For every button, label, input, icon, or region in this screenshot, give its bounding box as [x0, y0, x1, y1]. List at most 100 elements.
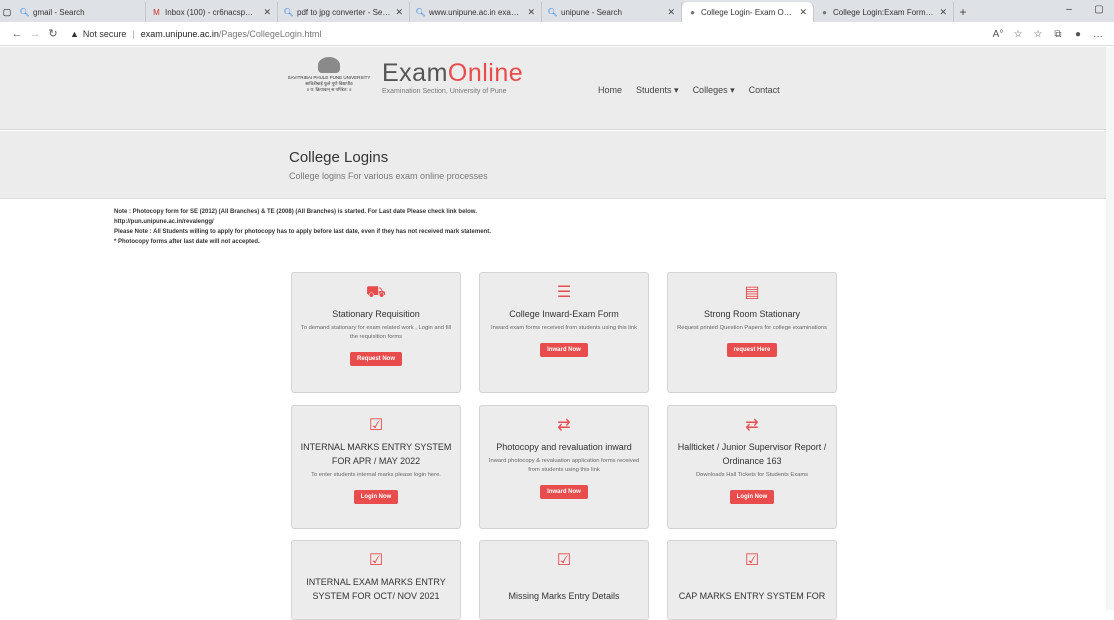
card-title: Missing Marks Entry Details	[508, 591, 620, 601]
browser-tab[interactable]: 🔍︎ pdf to jpg converter - Search ✕	[278, 2, 410, 22]
notice-block: Note : Photocopy form for SE (2012) (All…	[114, 207, 491, 247]
brand-name: Exam	[382, 59, 448, 87]
reload-icon[interactable]: ↻	[44, 27, 62, 40]
new-tab-button[interactable]: +	[954, 2, 972, 22]
card-description: Request printed Question Papers for coll…	[677, 325, 827, 331]
card-internal-exam-marks: ☑ INTERNAL EXAM MARKS ENTRY SYSTEM FOR O…	[291, 540, 461, 620]
warning-icon: ▲	[70, 28, 79, 39]
url-host: exam.unipune.ac.in	[140, 28, 219, 39]
nav-colleges[interactable]: Colleges ▾	[693, 85, 735, 96]
login-now-button[interactable]: Login Now	[353, 490, 399, 504]
address-bar: ← → ↻ ▲ Not secure | exam.unipune.ac.in /…	[0, 22, 1114, 46]
tab-actions-icon[interactable]: ▢	[0, 2, 14, 22]
browser-tab[interactable]: 🔍︎ gmail - Search	[14, 2, 146, 22]
card-description: To demand stationary for exam related wo…	[300, 325, 452, 340]
card-college-inward: ☰ College Inward-Exam Form Inward exam f…	[479, 272, 649, 393]
tab-title: www.unipune.ac.in exam form -	[429, 7, 523, 17]
card-description: Inward photocopy & revaluation applicati…	[488, 458, 640, 473]
close-tab-icon[interactable]: ✕	[527, 7, 535, 18]
search-icon: 🔍︎	[283, 7, 294, 17]
check-square-icon: ☑	[368, 417, 384, 434]
nav-home[interactable]: Home	[598, 85, 622, 96]
toolbar-icons: A° ☆ ☆ ⧉ ● …	[988, 22, 1108, 46]
back-icon[interactable]: ←	[8, 28, 26, 40]
favorites-bar-icon[interactable]: ☆	[1028, 29, 1048, 40]
page-scrollbar[interactable]	[1106, 47, 1114, 610]
site-icon: ●	[822, 7, 827, 17]
close-tab-icon[interactable]: ✕	[799, 7, 807, 18]
check-square-icon: ☑	[556, 552, 572, 569]
page-title: College Logins	[289, 149, 389, 166]
nav-contact[interactable]: Contact	[749, 85, 780, 96]
login-now-button[interactable]: Login Now	[729, 490, 775, 504]
site-header: SAVITRIBAI PHULE PUNE UNIVERSITY सावित्र…	[0, 47, 1114, 130]
security-label: Not secure	[82, 28, 127, 39]
card-stationary-requisition: ⛟ Stationary Requisition To demand stati…	[291, 272, 461, 393]
card-cap-marks: ☑ CAP MARKS ENTRY SYSTEM FOR	[667, 540, 837, 620]
close-tab-icon[interactable]: ✕	[667, 7, 675, 18]
card-title: Hallticket / Junior Supervisor Report / …	[677, 442, 827, 466]
profile-icon[interactable]: ●	[1068, 29, 1088, 40]
url-path: /Pages/CollegeLogin.html	[218, 28, 322, 39]
retweet-icon: ⇄	[745, 417, 759, 434]
logo-text: ॥ य: क्रियावान् स पण्डित: ॥	[306, 87, 352, 92]
nav-students[interactable]: Students ▾	[636, 85, 679, 96]
forward-icon[interactable]: →	[26, 28, 44, 40]
check-square-icon: ☑	[368, 552, 384, 569]
card-description: To enter students internal marks please …	[311, 472, 441, 478]
inward-now-button[interactable]: Inward Now	[540, 485, 588, 499]
search-icon: 🔍︎	[19, 7, 30, 17]
brand-accent: Online	[447, 59, 524, 87]
top-nav: Home Students ▾ Colleges ▾ Contact	[598, 85, 780, 96]
mail-icon: M	[153, 7, 160, 17]
browser-tab[interactable]: M Inbox (100) - cr6nacsp@gmail.c ✕	[146, 2, 278, 22]
more-icon[interactable]: …	[1088, 29, 1108, 40]
web-page: SAVITRIBAI PHULE PUNE UNIVERSITY सावित्र…	[0, 47, 1114, 620]
browser-tab-active[interactable]: ● College Login- Exam Online, Ex ✕	[682, 2, 814, 22]
read-aloud-icon[interactable]: A°	[988, 29, 1008, 40]
browser-tab[interactable]: ● College Login:Exam Form Online ✕	[814, 2, 954, 22]
close-tab-icon[interactable]: ✕	[263, 7, 271, 18]
site-icon: ●	[690, 7, 695, 17]
card-description: Inward exam forms received from students…	[491, 325, 637, 331]
card-title: CAP MARKS ENTRY SYSTEM FOR	[678, 591, 826, 601]
truck-icon: ⛟	[365, 284, 387, 301]
close-tab-icon[interactable]: ✕	[939, 7, 947, 18]
browser-tab-strip: ▢ 🔍︎ gmail - Search M Inbox (100) - cr6nac…	[0, 0, 1114, 22]
tab-title: gmail - Search	[33, 7, 85, 17]
tab-title: unipune - Search	[561, 7, 622, 17]
notice-link[interactable]: http://pun.unipune.ac.in/revalengg/	[114, 217, 491, 227]
card-missing-marks: ☑ Missing Marks Entry Details	[479, 540, 649, 620]
emblem-icon	[318, 57, 340, 73]
favorite-icon[interactable]: ☆	[1008, 29, 1028, 40]
close-tab-icon[interactable]: ✕	[395, 7, 403, 18]
minimize-icon[interactable]: –	[1054, 0, 1084, 20]
card-title: Photocopy and revaluation inward	[496, 442, 632, 452]
card-title: Strong Room Stationary	[703, 309, 801, 319]
card-hallticket: ⇄ Hallticket / Junior Supervisor Report …	[667, 405, 837, 529]
browser-tab[interactable]: 🔍︎ unipune - Search ✕	[542, 2, 682, 22]
request-here-button[interactable]: request Here	[726, 343, 778, 357]
archive-icon: ▤	[744, 284, 760, 301]
tab-title: Inbox (100) - cr6nacsp@gmail.c	[165, 7, 259, 17]
url-field[interactable]: ▲ Not secure | exam.unipune.ac.in/Pages/…	[70, 29, 321, 39]
tab-title: pdf to jpg converter - Search	[297, 7, 392, 17]
search-icon: 🔍︎	[415, 7, 426, 17]
maximize-icon[interactable]: ▢	[1084, 0, 1114, 20]
card-photocopy-revaluation: ⇄ Photocopy and revaluation inward Inwar…	[479, 405, 649, 529]
tab-title: College Login- Exam Online, Ex	[701, 7, 795, 17]
collections-icon[interactable]: ⧉	[1048, 29, 1068, 40]
divider: |	[132, 28, 135, 39]
card-title: INTERNAL MARKS ENTRY SYSTEM FOR APR / MA…	[300, 442, 452, 466]
brand-subtitle: Examination Section, University of Pune	[382, 88, 507, 95]
tab-title: College Login:Exam Form Online	[833, 7, 935, 17]
request-now-button[interactable]: Request Now	[349, 352, 402, 366]
bars-icon: ☰	[556, 284, 572, 301]
university-logo[interactable]: SAVITRIBAI PHULE PUNE UNIVERSITY सावित्र…	[286, 55, 372, 115]
brand[interactable]: ExamOnline Examination Section, Universi…	[382, 59, 523, 95]
inward-now-button[interactable]: Inward Now	[540, 343, 588, 357]
browser-tab[interactable]: 🔍︎www.unipune.ac.in exam form - ✕	[410, 2, 542, 22]
page-title-banner: College Logins College logins For variou…	[0, 131, 1114, 199]
card-strong-room: ▤ Strong Room Stationary Request printed…	[667, 272, 837, 393]
notice-line: Please Note : All Students willing to ap…	[114, 229, 491, 235]
